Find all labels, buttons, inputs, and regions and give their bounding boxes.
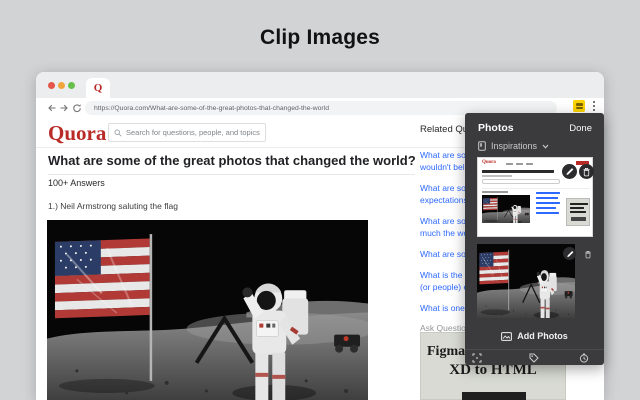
ad-button[interactable]	[462, 392, 526, 400]
edit-button[interactable]	[562, 164, 577, 179]
question-title: What are some of the great photos that c…	[48, 153, 420, 168]
minimize-window-button[interactable]	[58, 82, 65, 89]
quora-favicon: Q	[94, 82, 103, 94]
url-text: https://Quora.com/What-are-some-of-the-g…	[94, 105, 329, 112]
browser-menu-icon[interactable]	[589, 101, 599, 113]
clipper-extension-icon[interactable]	[573, 100, 585, 112]
mini-search-bar	[482, 179, 560, 184]
delete-button[interactable]	[579, 164, 594, 179]
board-icon	[478, 141, 486, 151]
reload-icon[interactable]	[72, 103, 82, 113]
answers-count: 100+ Answers	[48, 178, 105, 188]
forward-icon[interactable]	[59, 103, 69, 113]
divider	[48, 174, 415, 175]
mini-quora-logo: Quora	[482, 160, 496, 165]
page-title: Clip Images	[0, 26, 640, 50]
search-placeholder: Search for questions, people, and topics	[126, 128, 260, 137]
photos-panel: Photos Done Inspirations Quora	[465, 113, 604, 365]
pencil-icon	[565, 167, 574, 176]
clipped-thumbnail-photo[interactable]	[477, 244, 575, 318]
add-photos-label: Add Photos	[517, 331, 568, 341]
crop-icon[interactable]	[472, 353, 482, 363]
chevron-down-icon	[542, 144, 549, 149]
collection-label: Inspirations	[491, 141, 537, 151]
search-input[interactable]: Search for questions, people, and topics	[108, 123, 266, 142]
delete-button[interactable]	[581, 247, 595, 261]
trash-icon	[584, 250, 592, 259]
tab-strip: Q	[36, 72, 604, 98]
browser-tab[interactable]: Q	[86, 78, 110, 98]
timer-icon[interactable]	[579, 353, 589, 363]
answer-photo	[47, 220, 368, 400]
panel-title: Photos	[478, 122, 514, 134]
panel-toolbar	[465, 349, 604, 365]
close-window-button[interactable]	[48, 82, 55, 89]
image-icon	[501, 332, 512, 341]
zoom-window-button[interactable]	[68, 82, 75, 89]
stage: Clip Images Q https://Quora.com/What-are	[0, 0, 640, 400]
mini-moon-photo	[482, 195, 530, 223]
moon-photo-image	[47, 220, 368, 400]
pencil-icon	[566, 250, 574, 258]
tag-icon[interactable]	[529, 353, 539, 363]
back-icon[interactable]	[47, 103, 57, 113]
answer-caption: 1.) Neil Armstrong saluting the flag	[48, 201, 178, 211]
quora-logo[interactable]: Quora	[48, 121, 106, 146]
edit-button[interactable]	[563, 247, 576, 260]
mini-ad-box	[566, 198, 590, 226]
collection-selector[interactable]: Inspirations	[478, 141, 549, 151]
search-icon	[114, 129, 122, 137]
done-button[interactable]: Done	[569, 123, 592, 134]
moon-photo-thumbnail	[477, 244, 575, 318]
trash-icon	[582, 167, 591, 177]
add-photos-button[interactable]: Add Photos	[465, 331, 604, 341]
